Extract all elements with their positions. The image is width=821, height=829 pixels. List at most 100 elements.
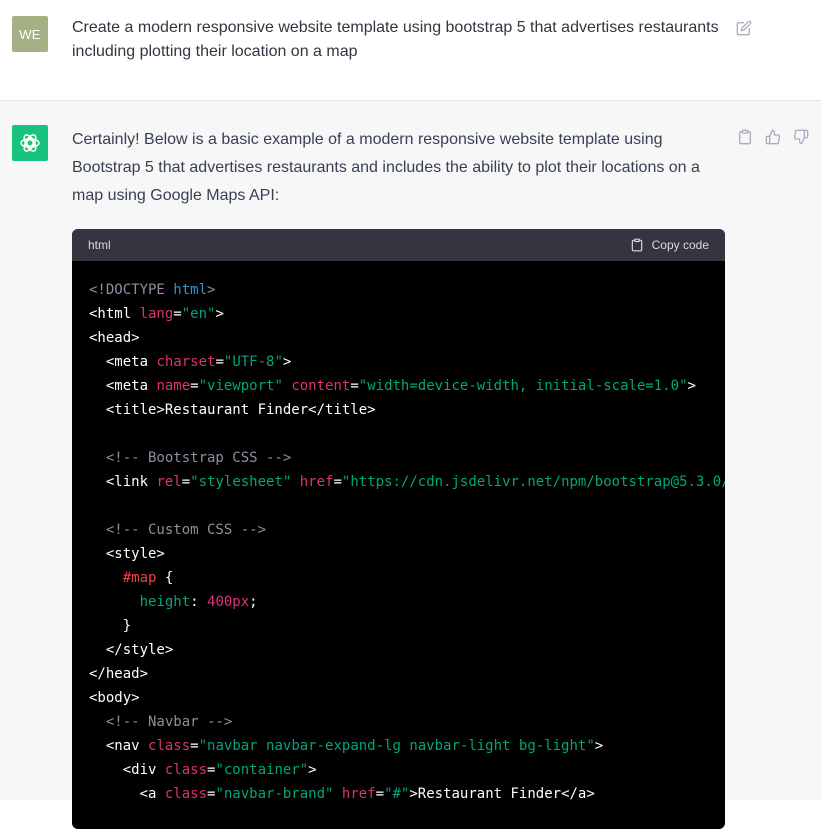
code-token: > <box>687 378 696 394</box>
edit-icon <box>736 20 752 36</box>
code-token: name <box>156 378 191 394</box>
code-token: <style> <box>89 546 165 562</box>
code-line: <meta charset="UTF-8"> <box>89 350 725 374</box>
code-line: <meta name="viewport" content="width=dev… <box>89 374 725 398</box>
code-token: = <box>215 354 224 370</box>
code-token: <link <box>89 474 157 490</box>
code-language-label: html <box>88 238 111 252</box>
code-token: = <box>190 378 199 394</box>
code-token: charset <box>156 354 216 370</box>
code-line: height: 400px; <box>89 590 725 614</box>
code-line: <body> <box>89 686 725 710</box>
code-line: #map { <box>89 566 725 590</box>
code-token: = <box>350 378 359 394</box>
code-token: > <box>207 282 216 298</box>
code-token: "viewport" <box>198 378 283 394</box>
code-token: > <box>594 738 604 754</box>
code-token: class <box>164 762 208 778</box>
code-token: "navbar navbar-expand-lg navbar-light bg… <box>198 738 595 754</box>
code-token: <head> <box>89 330 140 346</box>
assistant-message-text: Certainly! Below is a basic example of a… <box>72 131 700 204</box>
code-token: : <box>190 594 208 610</box>
code-token: <body> <box>89 690 140 706</box>
code-line: <div class="container"> <box>89 758 725 782</box>
copy-message-button[interactable] <box>736 128 754 146</box>
code-token: = <box>181 474 191 490</box>
code-token: html <box>173 282 208 298</box>
code-line: <html lang="en"> <box>89 302 725 326</box>
edit-message-button[interactable] <box>735 19 753 37</box>
code-token: } <box>89 618 132 634</box>
code-token: <!-- Navbar --> <box>89 714 233 730</box>
thumbs-down-icon <box>793 129 809 145</box>
code-token: "stylesheet" <box>190 474 292 490</box>
code-line: <a class="navbar-brand" href="#">Restaur… <box>89 782 725 806</box>
code-token: <html <box>89 306 140 322</box>
code-line: <!DOCTYPE html> <box>89 278 725 302</box>
code-token: "width=device-width, initial-scale=1.0" <box>358 378 688 394</box>
thumbs-up-button[interactable] <box>764 128 782 146</box>
clipboard-icon <box>631 238 642 252</box>
copy-code-label: Copy code <box>651 238 709 252</box>
code-token: > <box>308 762 317 778</box>
code-token: <meta <box>89 354 157 370</box>
openai-logo-icon <box>20 134 40 152</box>
code-token: "en" <box>181 306 216 322</box>
code-line: <head> <box>89 326 725 350</box>
code-token: <div <box>89 762 165 778</box>
copy-code-button[interactable]: Copy code <box>630 238 709 252</box>
code-line: <style> <box>89 542 725 566</box>
code-token: </head> <box>89 666 149 682</box>
code-line: <!-- Custom CSS --> <box>89 518 725 542</box>
code-token: <nav <box>89 738 149 754</box>
user-avatar: WE <box>12 16 48 52</box>
code-line: <link rel="stylesheet" href="https://cdn… <box>89 470 725 494</box>
assistant-message-row: Certainly! Below is a basic example of a… <box>0 101 821 829</box>
code-content: <!DOCTYPE html> <html lang="en"> <head> <m… <box>72 261 725 806</box>
code-token: <meta <box>89 378 157 394</box>
code-line: <title>Restaurant Finder</title> <box>89 398 725 422</box>
code-token: 400px <box>207 594 250 610</box>
code-token: = <box>333 474 342 490</box>
code-line: </head> <box>89 662 725 686</box>
code-token: > <box>282 354 292 370</box>
code-token: { <box>156 570 174 586</box>
thumbs-down-button[interactable] <box>792 128 810 146</box>
code-line: <!-- Navbar --> <box>89 710 725 734</box>
code-block: html Copy code <!DOCTYPE html> <html lang… <box>72 229 725 829</box>
thumbs-up-icon <box>765 129 781 145</box>
code-token: #map <box>122 570 157 586</box>
code-line: <nav class="navbar navbar-expand-lg navb… <box>89 734 725 758</box>
code-token: <!DOCTYPE <box>89 282 174 298</box>
code-token: > <box>215 306 224 322</box>
code-token: "https://cdn.jsdelivr.net/npm/bootstrap@… <box>341 474 725 490</box>
code-token: <title>Restaurant Finder</title> <box>89 402 376 418</box>
code-line: } <box>89 614 725 638</box>
code-token: height <box>139 594 191 610</box>
code-token: <!-- Bootstrap CSS --> <box>89 450 292 466</box>
clipboard-icon <box>739 129 751 145</box>
code-token: class <box>148 738 191 754</box>
code-token: </style> <box>89 642 174 658</box>
code-token: = <box>190 738 199 754</box>
code-token: href <box>299 474 334 490</box>
code-line: <!-- Bootstrap CSS --> <box>89 446 725 470</box>
code-block-header: html Copy code <box>72 229 725 261</box>
code-token: ; <box>249 594 258 610</box>
code-token: content <box>291 378 351 394</box>
assistant-avatar <box>12 125 48 161</box>
code-token: lang <box>139 306 174 322</box>
code-line: </style> <box>89 638 725 662</box>
code-token: rel <box>156 474 182 490</box>
user-message-row: WE Create a modern responsive website te… <box>0 0 821 101</box>
code-token: <!-- Custom CSS --> <box>89 522 267 538</box>
code-token: = <box>173 306 182 322</box>
code-token: "UTF-8" <box>223 354 283 370</box>
user-message-text: Create a modern responsive website templ… <box>72 19 719 60</box>
code-token: "container" <box>215 762 309 778</box>
